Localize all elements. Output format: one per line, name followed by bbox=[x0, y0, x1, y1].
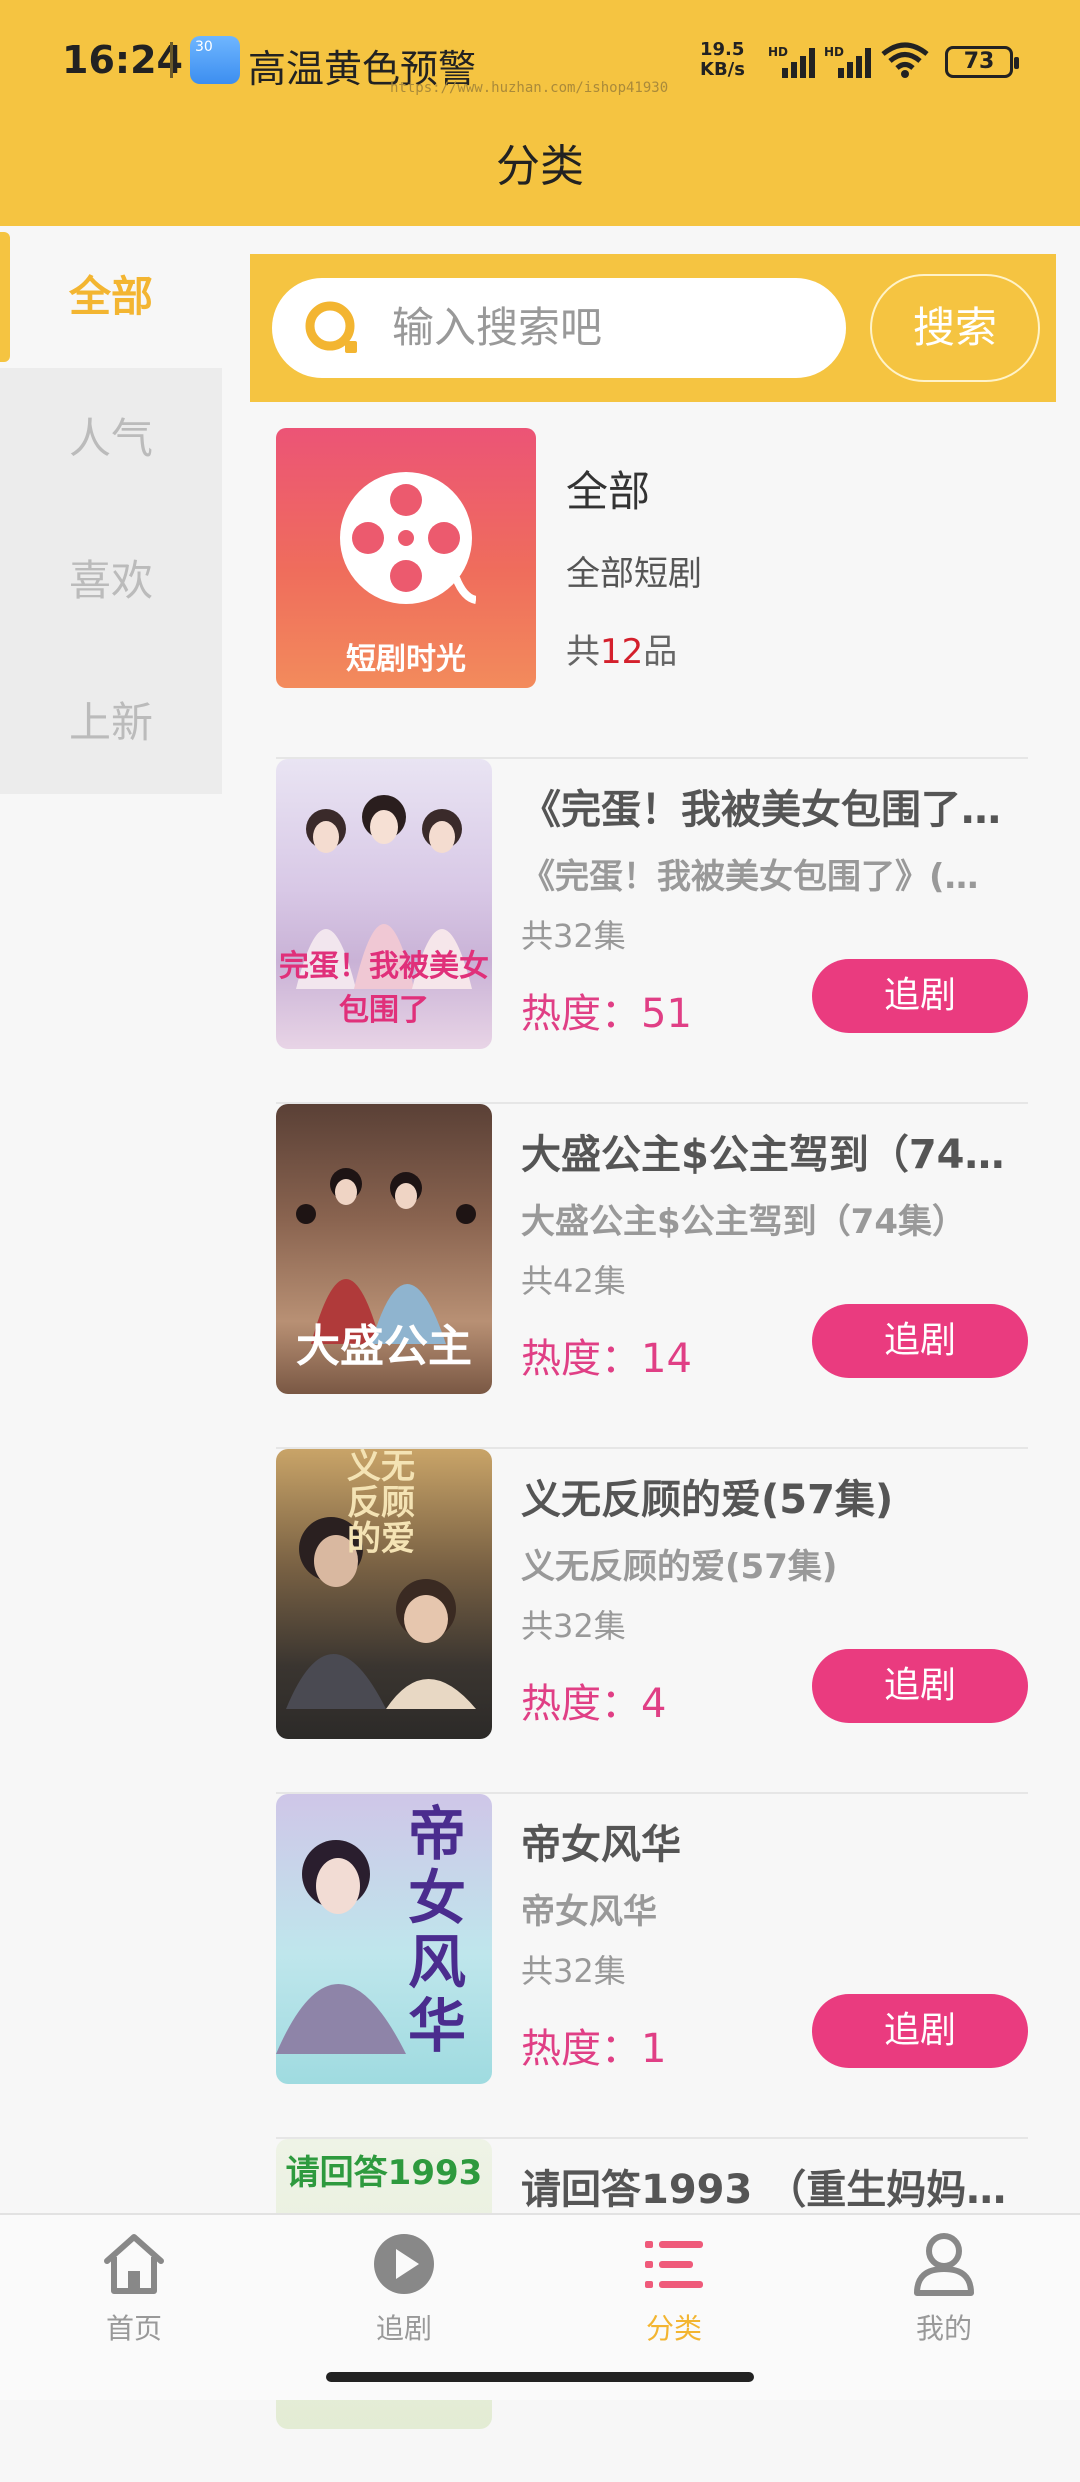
search-button[interactable]: 搜索 bbox=[870, 274, 1040, 382]
watermark-text: https://www.huzhan.com/ishop41930 bbox=[390, 80, 669, 96]
search-input[interactable] bbox=[392, 278, 812, 378]
tab-category[interactable]: 分类 bbox=[594, 2229, 754, 2347]
tab-home[interactable]: 首页 bbox=[54, 2229, 214, 2347]
category-description: 全部短剧 bbox=[566, 554, 702, 594]
list-item[interactable]: 帝女风华 帝女风华 帝女风华 共32集 热度：1 追剧 bbox=[276, 1792, 1028, 2137]
cover-caption: 完蛋！我被美女包围了 bbox=[279, 949, 489, 1028]
drama-title: 大盛公主$公主驾到（74集） bbox=[521, 1132, 1021, 1178]
tab-follow[interactable]: 追剧 bbox=[324, 2229, 484, 2347]
user-icon bbox=[914, 2233, 974, 2296]
list-item[interactable]: 义无反顾的爱 义无反顾的爱(57集) 义无反顾的爱(57集) 共32集 热度：4… bbox=[276, 1447, 1028, 1792]
page-title: 分类 bbox=[496, 141, 584, 192]
sidebar-item-popular[interactable]: 人气 bbox=[0, 368, 222, 510]
heat-value: 热度：51 bbox=[521, 991, 692, 1037]
drama-title: 《完蛋！我被美女包围了》(… bbox=[521, 787, 1021, 833]
svg-text:HD: HD bbox=[824, 45, 844, 59]
list-item[interactable]: 大盛公主 大盛公主$公主驾到（74集） 大盛公主$公主驾到（74集） 共42集 … bbox=[276, 1102, 1028, 1447]
tab-label: 追剧 bbox=[375, 2312, 432, 2345]
drama-subtitle: 帝女风华 bbox=[521, 1892, 657, 1932]
episode-count: 共32集 bbox=[521, 1607, 626, 1645]
follow-button[interactable]: 追剧 bbox=[812, 1994, 1028, 2068]
sidebar-item-new[interactable]: 上新 bbox=[0, 652, 222, 794]
play-icon bbox=[374, 2234, 434, 2294]
status-divider bbox=[170, 42, 173, 78]
category-cover: 短剧时光 bbox=[276, 428, 536, 688]
follow-button[interactable]: 追剧 bbox=[812, 959, 1028, 1033]
heat-value: 热度：4 bbox=[521, 1681, 667, 1727]
cover-caption: 大盛公主 bbox=[296, 1321, 472, 1372]
cellular-signal-icon: HD bbox=[768, 45, 815, 78]
drama-subtitle: 义无反顾的爱(57集) bbox=[521, 1547, 838, 1587]
drama-cover: 义无反顾的爱 bbox=[276, 1449, 492, 1739]
cover-caption: 请回答1993 bbox=[285, 2153, 483, 2193]
drama-title: 请回答1993 （重生妈妈… bbox=[521, 2167, 1007, 2213]
drama-subtitle: 《完蛋！我被美女包围了》(… bbox=[521, 857, 979, 897]
follow-button[interactable]: 追剧 bbox=[812, 1304, 1028, 1378]
drama-title: 帝女风华 bbox=[521, 1822, 681, 1868]
home-indicator bbox=[326, 2372, 754, 2382]
cover-caption: 帝女风华 bbox=[407, 1800, 466, 2060]
status-time: 16:24 bbox=[62, 38, 183, 82]
category-list-icon bbox=[645, 2241, 703, 2288]
category-name: 全部 bbox=[566, 467, 651, 516]
episode-count: 共42集 bbox=[521, 1262, 626, 1300]
drama-cover: 大盛公主 bbox=[276, 1104, 492, 1394]
status-bar: 16:24 30 高温黄色预警 https://www.huzhan.com/i… bbox=[0, 0, 1080, 120]
home-icon bbox=[104, 2234, 164, 2294]
drama-cover: 完蛋！我被美女包围了 bbox=[276, 759, 492, 1049]
cover-caption: 义无反顾的爱 bbox=[347, 1449, 415, 1559]
network-speed: 19.5 KB/s bbox=[700, 39, 745, 80]
sidebar-item-all[interactable]: 全部 bbox=[0, 226, 222, 368]
heat-value: 热度：14 bbox=[521, 1336, 692, 1382]
app-header: 16:24 30 高温黄色预警 https://www.huzhan.com/i… bbox=[0, 0, 1080, 226]
cover-logo-text: 短剧时光 bbox=[346, 642, 466, 677]
category-sidebar: 全部 人气 喜欢 上新 bbox=[0, 226, 222, 794]
drama-cover: 帝女风华 bbox=[276, 1794, 492, 2084]
film-reel-icon bbox=[340, 472, 476, 604]
drama-subtitle: 大盛公主$公主驾到（74集） bbox=[521, 1202, 966, 1242]
heat-value: 热度：1 bbox=[521, 2026, 667, 2072]
follow-button[interactable]: 追剧 bbox=[812, 1649, 1028, 1723]
weather-icon: 30 bbox=[190, 36, 240, 84]
list-item[interactable]: 完蛋！我被美女包围了 《完蛋！我被美女包围了》(… 《完蛋！我被美女包围了》(…… bbox=[276, 757, 1028, 1102]
search-box bbox=[272, 278, 846, 378]
drama-title: 义无反顾的爱(57集) bbox=[521, 1477, 894, 1523]
search-bar: 搜索 bbox=[250, 254, 1056, 402]
category-summary-card[interactable]: 短剧时光 全部 全部短剧 共12品 bbox=[276, 428, 1030, 688]
tab-label: 首页 bbox=[105, 2312, 162, 2345]
search-icon bbox=[305, 301, 357, 353]
episode-count: 共32集 bbox=[521, 917, 626, 955]
wifi-icon bbox=[881, 42, 929, 78]
svg-text:HD: HD bbox=[768, 45, 788, 59]
tab-label: 分类 bbox=[645, 2312, 702, 2345]
battery-indicator: 73 bbox=[945, 46, 1019, 78]
category-count: 共12品 bbox=[566, 632, 678, 672]
cellular-signal-icon: HD bbox=[824, 45, 871, 78]
tab-profile[interactable]: 我的 bbox=[864, 2229, 1024, 2347]
sidebar-item-liked[interactable]: 喜欢 bbox=[0, 510, 222, 652]
tab-label: 我的 bbox=[915, 2312, 972, 2345]
episode-count: 共32集 bbox=[521, 1952, 626, 1990]
